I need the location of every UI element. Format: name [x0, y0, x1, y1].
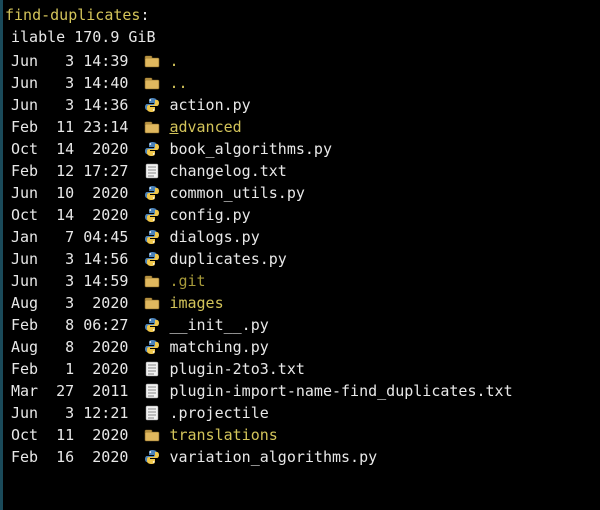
file-date: Jun 3 14:59	[11, 270, 137, 292]
file-date: Jun 10 2020	[11, 182, 137, 204]
python-icon	[141, 251, 163, 267]
file-date: Aug 3 2020	[11, 292, 137, 314]
file-date: Feb 11 23:14	[11, 116, 137, 138]
file-name[interactable]: config.py	[169, 204, 250, 226]
title-colon: :	[140, 6, 149, 24]
file-name[interactable]: plugin-2to3.txt	[169, 358, 304, 380]
file-name[interactable]: images	[169, 292, 223, 314]
file-date: Oct 11 2020	[11, 424, 137, 446]
file-name[interactable]: action.py	[169, 94, 250, 116]
file-row[interactable]: Jun 3 14:40 ..	[5, 72, 600, 94]
file-row[interactable]: Feb 8 06:27 __init__.py	[5, 314, 600, 336]
disk-usage-line: ilable 170.9 GiB	[11, 26, 600, 48]
folder-icon	[141, 427, 163, 443]
file-name[interactable]: .git	[169, 270, 205, 292]
file-row[interactable]: Jun 10 2020 common_utils.py	[5, 182, 600, 204]
file-row[interactable]: Jun 3 14:56 duplicates.py	[5, 248, 600, 270]
python-icon	[141, 449, 163, 465]
file-name[interactable]: .projectile	[169, 402, 268, 424]
file-listing[interactable]: Jun 3 14:39 . Jun 3 14:40 .. Jun 3 14:36…	[5, 50, 600, 468]
file-date: Feb 1 2020	[11, 358, 137, 380]
dired-buffer: find-duplicates: ilable 170.9 GiB Jun 3 …	[0, 0, 600, 510]
file-name[interactable]: book_algorithms.py	[169, 138, 332, 160]
text-file-icon	[141, 361, 163, 377]
file-date: Jun 3 12:21	[11, 402, 137, 424]
file-name[interactable]: dialogs.py	[169, 226, 259, 248]
text-file-icon	[141, 163, 163, 179]
file-row[interactable]: Oct 14 2020 config.py	[5, 204, 600, 226]
file-date: Jan 7 04:45	[11, 226, 137, 248]
file-row[interactable]: Jun 3 14:39 .	[5, 50, 600, 72]
text-file-icon	[141, 383, 163, 399]
file-date: Feb 12 17:27	[11, 160, 137, 182]
file-date: Oct 14 2020	[11, 204, 137, 226]
file-name[interactable]: ..	[169, 72, 187, 94]
file-name[interactable]: duplicates.py	[169, 248, 286, 270]
file-row[interactable]: Jun 3 12:21 .projectile	[5, 402, 600, 424]
disk-usage-text: ilable 170.9 GiB	[11, 28, 156, 46]
python-icon	[141, 229, 163, 245]
python-icon	[141, 141, 163, 157]
file-date: Feb 8 06:27	[11, 314, 137, 336]
file-name[interactable]: changelog.txt	[169, 160, 286, 182]
file-row[interactable]: Oct 14 2020 book_algorithms.py	[5, 138, 600, 160]
file-row[interactable]: Jun 3 14:36 action.py	[5, 94, 600, 116]
file-name[interactable]: matching.py	[169, 336, 268, 358]
file-row[interactable]: Feb 11 23:14 advanced	[5, 116, 600, 138]
file-name[interactable]: .	[169, 50, 178, 72]
python-icon	[141, 97, 163, 113]
file-name[interactable]: variation_algorithms.py	[169, 446, 377, 468]
file-row[interactable]: Aug 3 2020 images	[5, 292, 600, 314]
file-row[interactable]: Aug 8 2020 matching.py	[5, 336, 600, 358]
file-date: Mar 27 2011	[11, 380, 137, 402]
file-name[interactable]: plugin-import-name-find_duplicates.txt	[169, 380, 512, 402]
file-name[interactable]: __init__.py	[169, 314, 268, 336]
folder-icon	[141, 273, 163, 289]
python-icon	[141, 185, 163, 201]
file-name[interactable]: advanced	[169, 116, 241, 138]
folder-icon	[141, 53, 163, 69]
file-date: Jun 3 14:36	[11, 94, 137, 116]
python-icon	[141, 207, 163, 223]
file-date: Jun 3 14:40	[11, 72, 137, 94]
file-row[interactable]: Feb 16 2020 variation_algorithms.py	[5, 446, 600, 468]
file-date: Aug 8 2020	[11, 336, 137, 358]
text-file-icon	[141, 405, 163, 421]
file-row[interactable]: Jan 7 04:45 dialogs.py	[5, 226, 600, 248]
file-row[interactable]: Feb 12 17:27 changelog.txt	[5, 160, 600, 182]
file-name[interactable]: common_utils.py	[169, 182, 304, 204]
file-row[interactable]: Oct 11 2020 translations	[5, 424, 600, 446]
file-date: Jun 3 14:56	[11, 248, 137, 270]
buffer-title: find-duplicates:	[5, 4, 600, 26]
folder-icon	[141, 75, 163, 91]
directory-name: find-duplicates	[5, 6, 140, 24]
file-date: Feb 16 2020	[11, 446, 137, 468]
folder-icon	[141, 119, 163, 135]
file-name[interactable]: translations	[169, 424, 277, 446]
file-row[interactable]: Mar 27 2011 plugin-import-name-find_dupl…	[5, 380, 600, 402]
python-icon	[141, 317, 163, 333]
folder-icon	[141, 295, 163, 311]
file-row[interactable]: Feb 1 2020 plugin-2to3.txt	[5, 358, 600, 380]
file-row[interactable]: Jun 3 14:59 .git	[5, 270, 600, 292]
python-icon	[141, 339, 163, 355]
file-date: Jun 3 14:39	[11, 50, 137, 72]
file-date: Oct 14 2020	[11, 138, 137, 160]
